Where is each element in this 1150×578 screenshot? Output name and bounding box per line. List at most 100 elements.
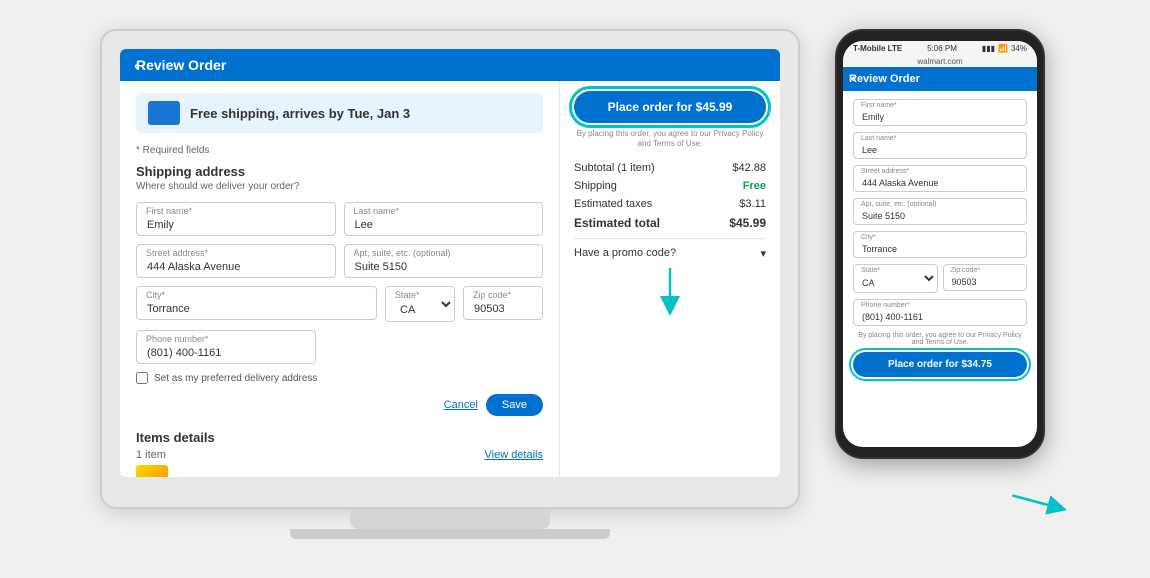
phone-place-order-button[interactable]: Place order for $34.75: [853, 352, 1027, 377]
preferred-checkbox[interactable]: [136, 372, 148, 384]
promo-chevron-icon: ▾: [760, 247, 766, 260]
first-name-field: First name*: [136, 202, 336, 236]
shipping-label: Shipping: [574, 180, 617, 192]
subtotal-value: $42.88: [732, 162, 766, 174]
phone-state-field: State* CA: [853, 264, 938, 293]
phone-signal-icon: ▮▮▮: [982, 44, 995, 53]
shipping-row: Shipping Free: [574, 180, 766, 192]
taxes-label: Estimated taxes: [574, 198, 652, 210]
phone-zip-field: Zip code*: [943, 264, 1028, 293]
phone-url: walmart.com: [843, 56, 1037, 67]
shipping-section-subtitle: Where should we deliver your order?: [136, 181, 543, 192]
phone-bottom-note: By placing this order, you agree to our …: [853, 332, 1027, 346]
phone-city-label: City*: [861, 234, 876, 241]
phone-body: T-Mobile LTE 5:06 PM ▮▮▮ 📶 34% walmart.c…: [835, 29, 1045, 459]
promo-row[interactable]: Have a promo code? ▾: [574, 238, 766, 260]
state-label: State*: [395, 290, 420, 300]
shipping-banner-text: Free shipping, arrives by Tue, Jan 3: [190, 106, 410, 121]
total-label: Estimated total: [574, 216, 660, 230]
preferred-label: Set as my preferred delivery address: [154, 373, 317, 384]
phone-street-label: Street address*: [861, 168, 909, 175]
shipping-value: Free: [743, 180, 766, 192]
phone-screen: T-Mobile LTE 5:06 PM ▮▮▮ 📶 34% walmart.c…: [843, 41, 1037, 447]
phone-wifi-icon: 📶: [998, 44, 1008, 53]
zip-label: Zip code*: [473, 290, 511, 300]
city-field: City*: [136, 286, 377, 322]
total-row: Estimated total $45.99: [574, 216, 766, 230]
phone-zip-label: Zip code*: [951, 267, 981, 274]
apt-field: Apt, suite, etc. (optional): [344, 244, 544, 278]
last-name-label: Last name*: [354, 206, 400, 216]
taxes-value: $3.11: [739, 198, 766, 210]
phone-device: T-Mobile LTE 5:06 PM ▮▮▮ 📶 34% walmart.c…: [830, 29, 1050, 549]
city-input[interactable]: [136, 286, 377, 320]
street-label: Street address*: [146, 248, 208, 258]
truck-icon: [148, 101, 180, 125]
phone-state-zip-row: State* CA Zip code*: [853, 264, 1027, 299]
subtotal-label: Subtotal (1 item): [574, 162, 655, 174]
phone-page-title: Review Order: [849, 73, 920, 85]
cancel-button[interactable]: Cancel: [444, 394, 478, 416]
phone-status-bar: T-Mobile LTE 5:06 PM ▮▮▮ 📶 34%: [843, 41, 1037, 56]
laptop-screen: ‹ Review Order Free shipping, arrives by…: [120, 49, 780, 477]
street-row: Street address* Apt, suite, etc. (option…: [136, 244, 543, 278]
total-value: $45.99: [729, 216, 766, 230]
city-label: City*: [146, 290, 165, 300]
form-actions: Cancel Save: [136, 394, 543, 416]
phone-row: Phone number*: [136, 330, 543, 364]
preferred-checkbox-row: Set as my preferred delivery address: [136, 372, 543, 384]
street-field: Street address*: [136, 244, 336, 278]
first-name-label: First name*: [146, 206, 192, 216]
item-thumbnail: [136, 465, 168, 477]
phone-last-name-field: Last name*: [853, 132, 1027, 159]
laptop-screen-header: ‹ Review Order: [120, 49, 780, 81]
laptop-page-title: Review Order: [136, 57, 226, 73]
left-panel: Free shipping, arrives by Tue, Jan 3 * R…: [120, 81, 560, 477]
subtotal-row: Subtotal (1 item) $42.88: [574, 162, 766, 174]
phone-city-input[interactable]: [853, 231, 1027, 258]
phone-city-field: City*: [853, 231, 1027, 258]
back-arrow-icon[interactable]: ‹: [134, 57, 139, 73]
items-count: 1 item: [136, 449, 166, 461]
phone-apt-field: Apt, suite, etc. (optional): [853, 198, 1027, 225]
laptop-device: ‹ Review Order Free shipping, arrives by…: [100, 29, 800, 549]
phone-content: First name* Last name* Street address* A…: [843, 91, 1037, 447]
phone-back-arrow-icon[interactable]: ‹: [851, 73, 855, 85]
phone-first-name-field: First name*: [853, 99, 1027, 126]
phone-carrier: T-Mobile LTE: [853, 44, 902, 53]
phone-label: Phone number*: [146, 334, 209, 344]
apt-label: Apt, suite, etc. (optional): [354, 248, 451, 258]
save-button[interactable]: Save: [486, 394, 543, 416]
laptop-base: [290, 529, 610, 539]
zip-field: Zip code*: [463, 286, 543, 322]
phone-apt-label: Apt, suite, etc. (optional): [861, 201, 936, 208]
phone-phone-field: Phone number*: [853, 299, 1027, 326]
shipping-banner: Free shipping, arrives by Tue, Jan 3: [136, 93, 543, 133]
phone-battery: 34%: [1011, 44, 1027, 53]
items-section-title: Items details: [136, 430, 543, 445]
place-order-button[interactable]: Place order for $45.99: [574, 91, 766, 123]
taxes-row: Estimated taxes $3.11: [574, 198, 766, 210]
phone-state-label: State*: [861, 267, 880, 274]
last-name-field: Last name*: [344, 202, 544, 236]
state-field: State* CA: [385, 286, 455, 322]
arrow-annotation-container: [574, 268, 766, 323]
phone-street-field: Street address*: [853, 165, 1027, 192]
phone-arrow-annotation: [1006, 471, 1070, 537]
phone-arrow-svg: [1006, 471, 1067, 532]
items-header: 1 item View details: [136, 449, 543, 461]
laptop-screen-content: Free shipping, arrives by Tue, Jan 3 * R…: [120, 81, 780, 477]
down-arrow-annotation: [650, 268, 690, 318]
right-panel: Place order for $45.99 By placing this o…: [560, 81, 780, 477]
phone-first-name-label: First name*: [861, 102, 897, 109]
laptop-body: ‹ Review Order Free shipping, arrives by…: [100, 29, 800, 509]
phone-field: Phone number*: [136, 330, 316, 364]
place-order-note: By placing this order, you agree to our …: [574, 129, 766, 150]
required-note: * Required fields: [136, 145, 543, 156]
phone-time: 5:06 PM: [927, 44, 957, 53]
name-row: First name* Last name*: [136, 202, 543, 236]
city-state-zip-row: City* State* CA Zip code*: [136, 286, 543, 322]
phone-status-right: ▮▮▮ 📶 34%: [982, 44, 1027, 53]
view-details-link[interactable]: View details: [485, 449, 544, 461]
promo-label: Have a promo code?: [574, 247, 676, 259]
